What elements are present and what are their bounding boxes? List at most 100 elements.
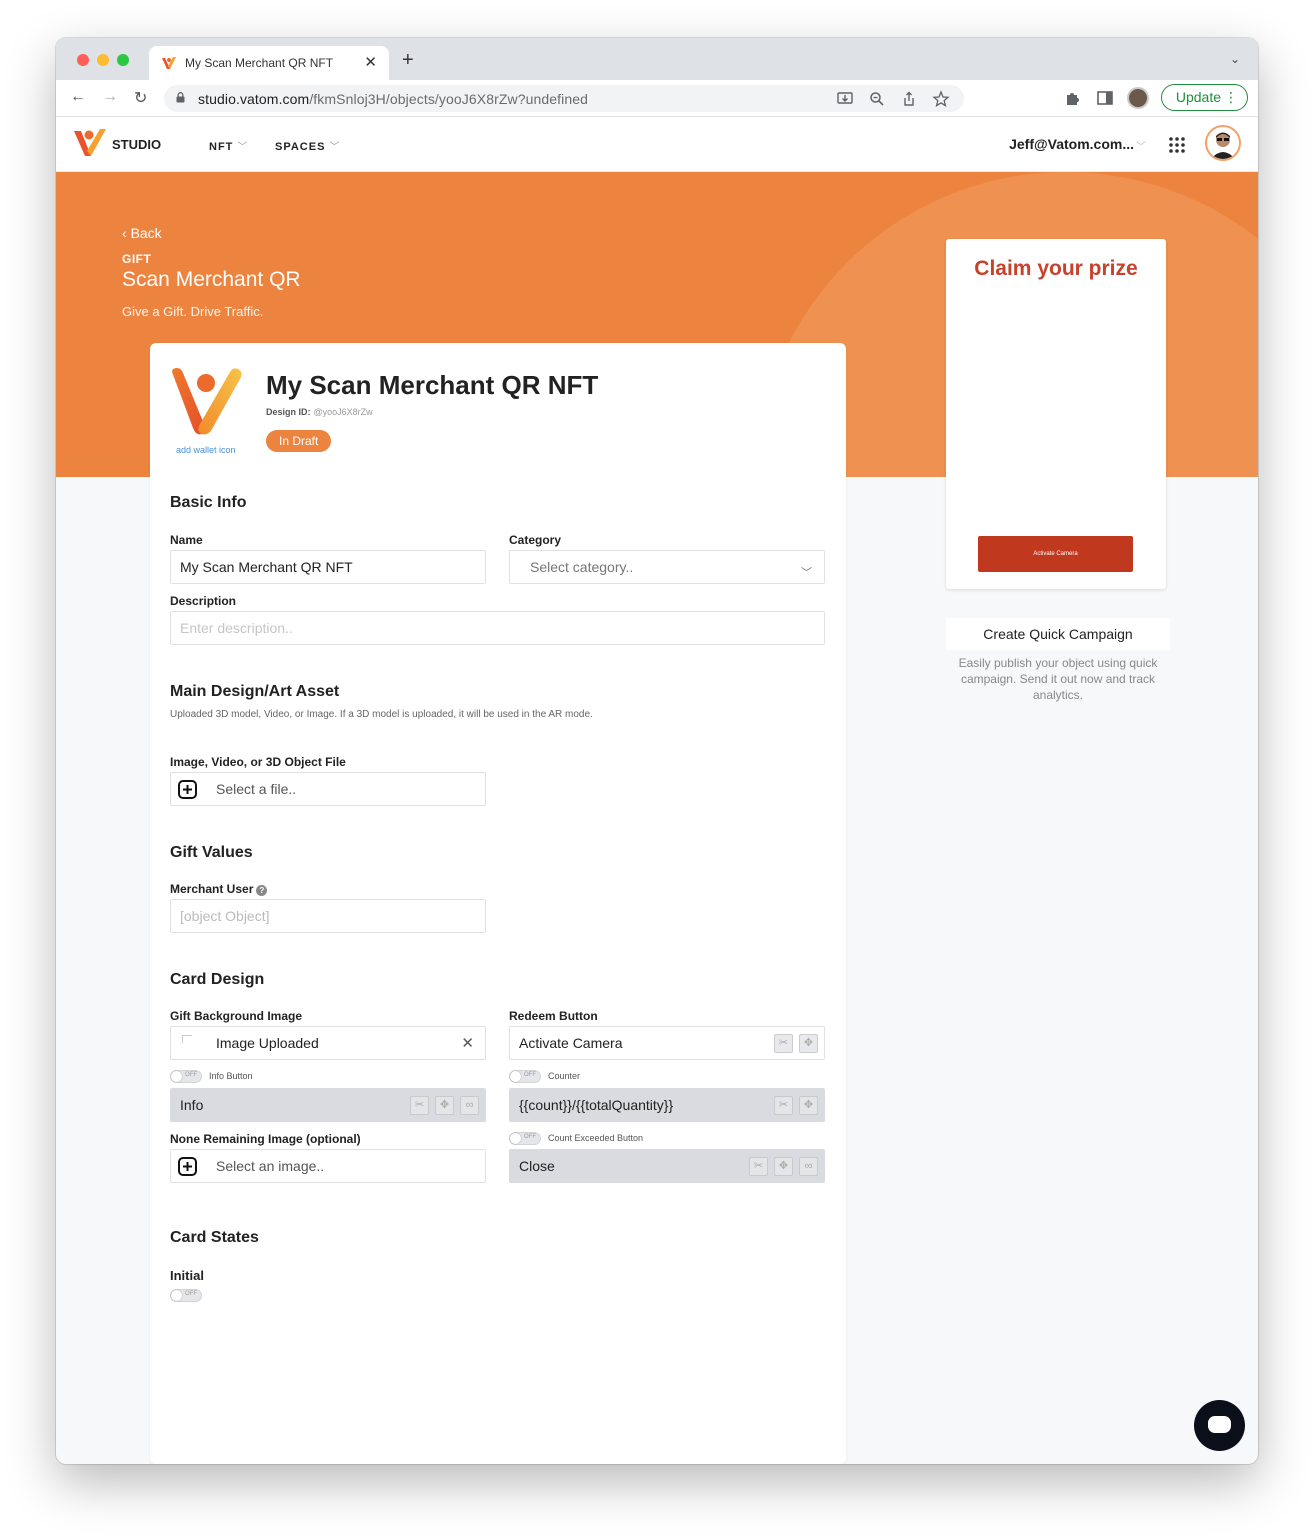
counter-value: {{count}}/{{totalQuantity}} xyxy=(519,1097,674,1113)
exceeded-button-input[interactable]: Close ✂ ✥ ∞ xyxy=(509,1149,825,1183)
app-header: STUDIO NFT ﹀ SPACES ﹀ Jeff@Vatom.com... ﹀ xyxy=(56,117,1258,172)
card-preview: Claim your prize Activate Camera xyxy=(946,239,1166,589)
category-select[interactable]: Select category.. ﹀ xyxy=(509,550,825,584)
color-picker-icon[interactable]: ✂ xyxy=(774,1034,793,1053)
window-minimize-button[interactable] xyxy=(97,54,109,66)
initial-toggle-row: OFF xyxy=(170,1288,202,1302)
link-icon[interactable]: ∞ xyxy=(799,1157,818,1176)
design-id: Design ID: @yooJ6X8rZw xyxy=(266,407,373,417)
info-button-toggle-row: OFF Info Button xyxy=(170,1069,253,1083)
url-text: studio.vatom.com/fkmSnloj3H/objects/yooJ… xyxy=(198,91,588,107)
back-link[interactable]: ‹ Back xyxy=(122,225,162,241)
merchant-user-label-text: Merchant User xyxy=(170,882,254,896)
template-title: Scan Merchant QR xyxy=(122,268,301,291)
add-file-icon xyxy=(178,780,197,799)
nav-spaces[interactable]: SPACES ﹀ xyxy=(275,138,340,153)
vatom-logo-icon[interactable] xyxy=(73,127,107,159)
wallet-icon-image[interactable] xyxy=(168,366,250,438)
color-picker-icon[interactable]: ✂ xyxy=(774,1096,793,1115)
exceeded-toggle[interactable]: OFF xyxy=(509,1131,541,1145)
redeem-button-input[interactable]: Activate Camera ✂ ✥ xyxy=(509,1026,825,1060)
main-design-subtitle: Uploaded 3D model, Video, or Image. If a… xyxy=(170,709,593,720)
initial-toggle[interactable]: OFF xyxy=(170,1288,202,1302)
merchant-user-label: Merchant User? xyxy=(170,882,268,896)
status-badge: In Draft xyxy=(266,430,332,452)
info-button-input[interactable]: Info ✂ ✥ ∞ xyxy=(170,1088,486,1122)
name-label: Name xyxy=(170,533,203,547)
clear-icon[interactable]: ✕ xyxy=(461,1034,474,1052)
address-bar[interactable]: studio.vatom.com/fkmSnloj3H/objects/yooJ… xyxy=(164,85,964,112)
design-id-value: @yooJ6X8rZw xyxy=(313,407,373,417)
help-icon[interactable]: ? xyxy=(256,885,268,896)
quick-campaign-description: Easily publish your object using quick c… xyxy=(958,656,1158,702)
none-remaining-label: None Remaining Image (optional) xyxy=(170,1132,361,1146)
exceeded-toggle-label: Count Exceeded Button xyxy=(548,1133,644,1143)
nav-nft-label: NFT xyxy=(209,141,234,153)
apps-grid-icon[interactable] xyxy=(1168,136,1186,154)
tab-title: My Scan Merchant QR NFT xyxy=(185,56,334,70)
design-id-label: Design ID: xyxy=(266,407,311,417)
update-button[interactable]: Update ⋮ xyxy=(1160,84,1248,111)
chevron-down-icon: ﹀ xyxy=(237,142,249,153)
description-placeholder: Enter description.. xyxy=(180,620,293,636)
bg-image-picker[interactable]: Image Uploaded ✕ xyxy=(170,1026,486,1060)
info-button-value: Info xyxy=(180,1097,204,1113)
move-icon[interactable]: ✥ xyxy=(799,1034,818,1053)
none-remaining-picker[interactable]: Select an image.. xyxy=(170,1149,486,1183)
name-input[interactable]: My Scan Merchant QR NFT xyxy=(170,550,486,584)
back-arrow-icon[interactable]: ← xyxy=(70,88,86,106)
chevron-down-icon[interactable]: ﹀ xyxy=(1136,138,1146,153)
description-input[interactable]: Enter description.. xyxy=(170,611,825,645)
move-icon[interactable]: ✥ xyxy=(774,1157,793,1176)
card-design-heading: Card Design xyxy=(170,971,265,988)
info-button-toggle[interactable]: OFF xyxy=(170,1069,202,1083)
merchant-user-input[interactable]: [object Object] xyxy=(170,899,486,933)
color-picker-icon[interactable]: ✂ xyxy=(410,1096,429,1115)
category-placeholder: Select category.. xyxy=(530,559,634,575)
user-avatar[interactable] xyxy=(1205,125,1241,161)
window-zoom-button[interactable] xyxy=(117,54,129,66)
preview-activate-camera-button[interactable]: Activate Camera xyxy=(978,536,1133,572)
nav-nft[interactable]: NFT ﹀ xyxy=(209,138,248,153)
description-label: Description xyxy=(170,594,237,608)
zoom-icon[interactable] xyxy=(868,90,886,108)
tab-search-chevron-icon[interactable]: ⌄ xyxy=(1230,52,1240,66)
move-icon[interactable]: ✥ xyxy=(799,1096,818,1115)
extensions-puzzle-icon[interactable] xyxy=(1063,88,1083,108)
reload-icon[interactable]: ↻ xyxy=(134,88,147,108)
chevron-left-icon: ‹ xyxy=(122,225,131,241)
new-tab-icon[interactable]: + xyxy=(402,50,414,70)
file-picker[interactable]: Select a file.. xyxy=(170,772,486,806)
side-panel-icon[interactable] xyxy=(1095,88,1115,108)
forward-arrow-icon[interactable]: → xyxy=(102,88,118,106)
counter-input[interactable]: {{count}}/{{totalQuantity}} ✂ ✥ xyxy=(509,1088,825,1122)
redeem-button-value: Activate Camera xyxy=(519,1035,623,1051)
image-thumbnail xyxy=(182,1035,192,1043)
counter-toggle-row: OFF Counter xyxy=(509,1069,580,1083)
browser-profile-avatar[interactable] xyxy=(1126,86,1149,109)
window-close-button[interactable] xyxy=(77,54,89,66)
more-vert-icon: ⋮ xyxy=(1224,89,1238,105)
none-remaining-placeholder: Select an image.. xyxy=(216,1158,325,1174)
toggle-off-label: OFF xyxy=(185,1290,197,1297)
install-app-icon[interactable] xyxy=(836,90,854,108)
redeem-button-label: Redeem Button xyxy=(509,1009,598,1023)
link-icon[interactable]: ∞ xyxy=(460,1096,479,1115)
update-label: Update xyxy=(1175,89,1221,105)
gift-values-heading: Gift Values xyxy=(170,844,253,861)
main-design-heading: Main Design/Art Asset xyxy=(170,683,340,700)
exceeded-toggle-row: OFF Count Exceeded Button xyxy=(509,1131,643,1145)
counter-toggle[interactable]: OFF xyxy=(509,1069,541,1083)
create-quick-campaign-button[interactable]: Create Quick Campaign xyxy=(946,618,1170,650)
tab-bar: My Scan Merchant QR NFT ✕ + ⌄ xyxy=(56,38,1258,80)
tab-close-icon[interactable]: ✕ xyxy=(364,53,377,71)
color-picker-icon[interactable]: ✂ xyxy=(749,1157,768,1176)
share-icon[interactable] xyxy=(900,90,918,108)
user-email[interactable]: Jeff@Vatom.com... xyxy=(1009,136,1134,152)
add-wallet-icon-link[interactable]: add wallet icon xyxy=(176,445,236,455)
chat-launcher-button[interactable] xyxy=(1194,1400,1245,1451)
chevron-down-icon: ﹀ xyxy=(329,142,341,153)
move-icon[interactable]: ✥ xyxy=(435,1096,454,1115)
browser-tab[interactable]: My Scan Merchant QR NFT ✕ xyxy=(149,46,389,80)
bookmark-star-icon[interactable] xyxy=(932,90,950,108)
